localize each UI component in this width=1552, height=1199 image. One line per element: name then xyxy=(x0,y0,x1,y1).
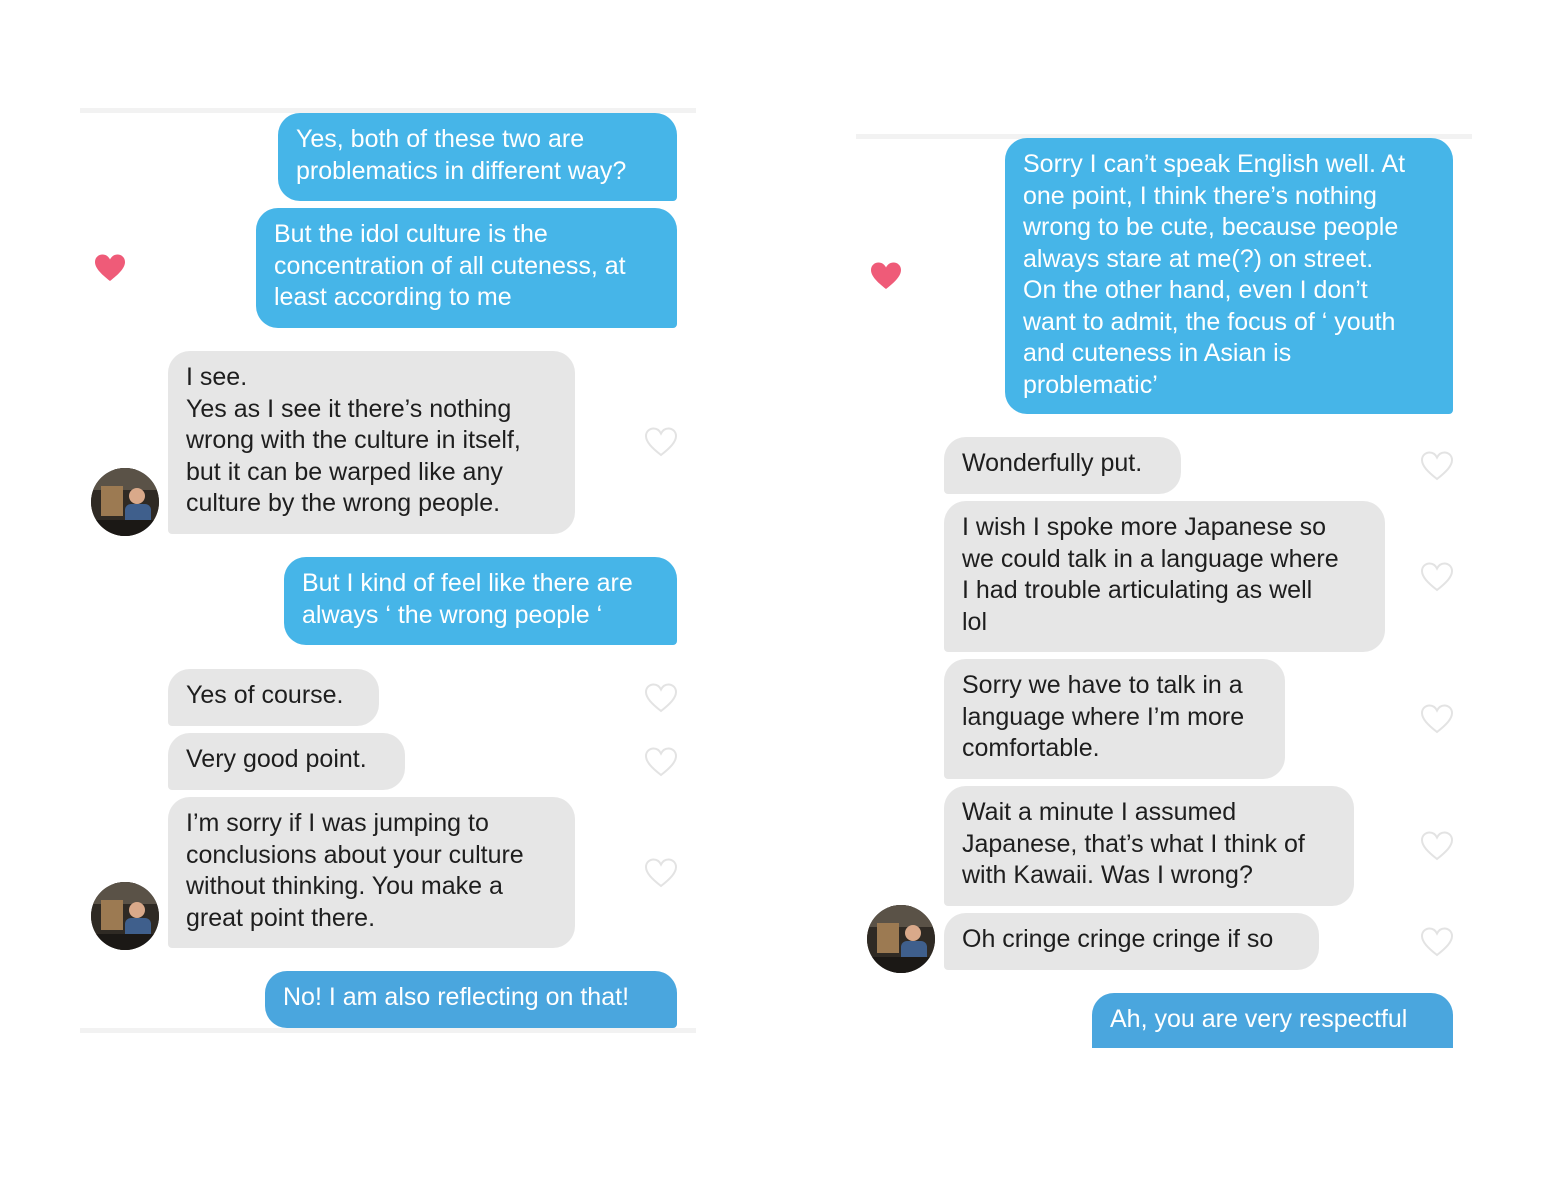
message-incoming[interactable]: I see. Yes as I see it there’s nothing w… xyxy=(168,351,575,534)
message-incoming[interactable]: Oh cringe cringe cringe if so xyxy=(944,913,1319,970)
like-heart-icon[interactable] xyxy=(644,683,678,713)
liked-heart-icon[interactable] xyxy=(869,261,903,291)
liked-heart-icon[interactable] xyxy=(93,253,127,283)
bottom-divider xyxy=(80,1028,696,1033)
message-outgoing[interactable]: Ah, you are very respectful xyxy=(1092,993,1453,1048)
message-incoming[interactable]: Yes of course. xyxy=(168,669,379,726)
like-heart-icon[interactable] xyxy=(644,858,678,888)
avatar[interactable] xyxy=(91,468,159,536)
message-outgoing[interactable]: No! I am also reflecting on that! xyxy=(265,971,677,1028)
like-heart-icon[interactable] xyxy=(1420,831,1454,861)
message-incoming[interactable]: I’m sorry if I was jumping to conclusion… xyxy=(168,797,575,948)
like-heart-icon[interactable] xyxy=(1420,927,1454,957)
like-heart-icon[interactable] xyxy=(644,427,678,457)
message-outgoing[interactable]: But I kind of feel like there are always… xyxy=(284,557,677,645)
message-incoming[interactable]: Wait a minute I assumed Japanese, that’s… xyxy=(944,786,1354,906)
message-incoming[interactable]: I wish I spoke more Japanese so we could… xyxy=(944,501,1385,652)
avatar[interactable] xyxy=(867,905,935,973)
message-outgoing[interactable]: But the idol culture is the concentratio… xyxy=(256,208,677,328)
message-incoming[interactable]: Very good point. xyxy=(168,733,405,790)
like-heart-icon[interactable] xyxy=(1420,704,1454,734)
like-heart-icon[interactable] xyxy=(1420,562,1454,592)
avatar[interactable] xyxy=(91,882,159,950)
message-incoming[interactable]: Wonderfully put. xyxy=(944,437,1181,494)
message-outgoing[interactable]: Yes, both of these two are problematics … xyxy=(278,113,677,201)
message-incoming[interactable]: Sorry we have to talk in a language wher… xyxy=(944,659,1285,779)
like-heart-icon[interactable] xyxy=(1420,451,1454,481)
like-heart-icon[interactable] xyxy=(644,747,678,777)
message-outgoing[interactable]: Sorry I can’t speak English well. At one… xyxy=(1005,138,1453,414)
